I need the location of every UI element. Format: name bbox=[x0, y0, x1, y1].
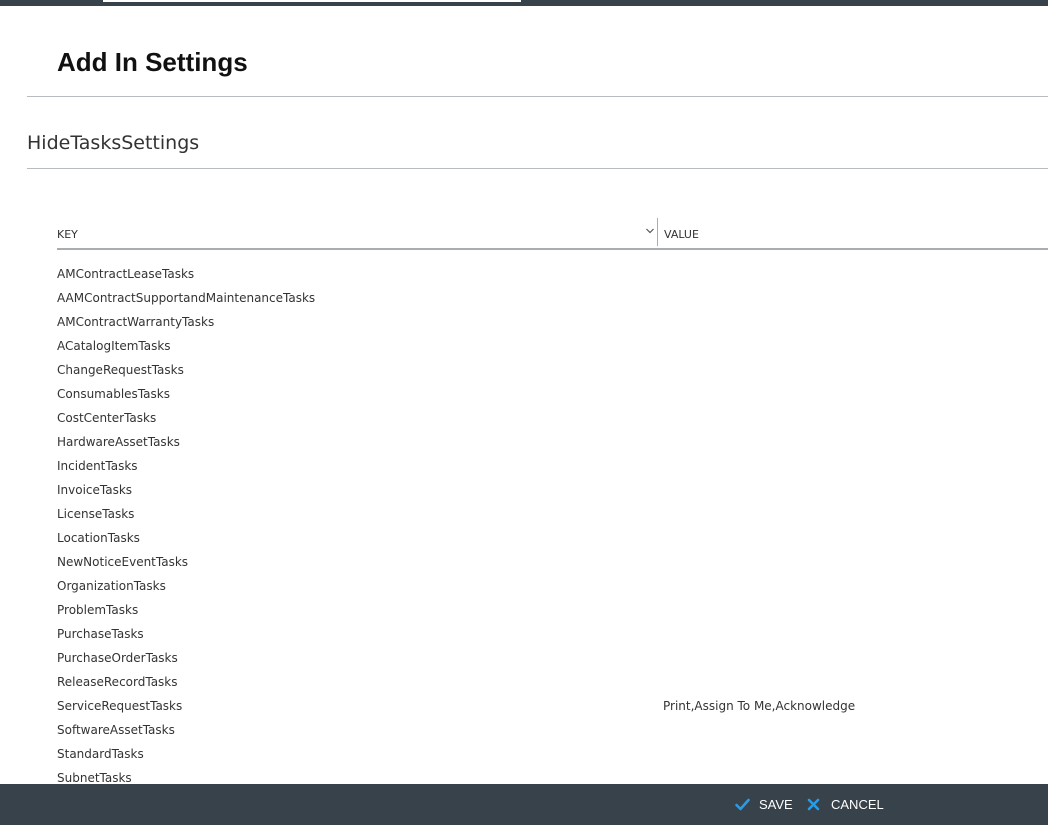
table-row[interactable]: AAMContractSupportandMaintenanceTasks bbox=[0, 286, 1048, 310]
table-row[interactable]: PurchaseOrderTasks bbox=[0, 646, 1048, 670]
table-row[interactable]: SoftwareAssetTasks bbox=[0, 718, 1048, 742]
row-key: StandardTasks bbox=[57, 747, 144, 761]
row-value: Print,Assign To Me,Acknowledge bbox=[663, 699, 856, 713]
row-key: AAMContractSupportandMaintenanceTasks bbox=[57, 291, 316, 305]
table-row[interactable]: IncidentTasks bbox=[0, 454, 1048, 478]
table-row[interactable]: NewNoticeEventTasks bbox=[0, 550, 1048, 574]
row-key: ProblemTasks bbox=[57, 603, 139, 617]
table-row[interactable]: ServiceRequestTasks Print,Assign To Me,Ac… bbox=[0, 694, 1048, 718]
chevron-down-icon[interactable] bbox=[645, 226, 655, 236]
row-key: AMContractLeaseTasks bbox=[57, 267, 195, 281]
row-key: HardwareAssetTasks bbox=[57, 435, 180, 449]
row-key: ServiceRequestTasks bbox=[57, 699, 183, 713]
table-row[interactable]: ChangeRequestTasks bbox=[0, 358, 1048, 382]
table-row[interactable]: AMContractLeaseTasks bbox=[0, 262, 1048, 286]
row-key: CostCenterTasks bbox=[57, 411, 157, 425]
row-key: IncidentTasks bbox=[57, 459, 138, 473]
value-column-header[interactable]: VALUE bbox=[664, 218, 964, 248]
grid-header: KEY VALUE bbox=[57, 218, 1048, 250]
settings-grid: KEY VALUE AMContractLeaseTasks AAMContrac… bbox=[0, 218, 1048, 790]
row-key: LicenseTasks bbox=[57, 507, 135, 521]
row-key: ConsumablesTasks bbox=[57, 387, 170, 401]
row-key: LocationTasks bbox=[57, 531, 140, 545]
table-row[interactable]: PurchaseTasks bbox=[0, 622, 1048, 646]
row-key: InvoiceTasks bbox=[57, 483, 133, 497]
add-in-settings-page: Add In Settings HideTasksSettings KEY VA… bbox=[0, 0, 1048, 825]
column-divider[interactable] bbox=[657, 218, 658, 246]
row-key: OrganizationTasks bbox=[57, 579, 166, 593]
key-column-header[interactable]: KEY bbox=[57, 218, 657, 248]
row-key: SoftwareAssetTasks bbox=[57, 723, 175, 737]
top-search-field[interactable] bbox=[103, 0, 521, 2]
table-row[interactable]: OrganizationTasks bbox=[0, 574, 1048, 598]
section-divider bbox=[27, 168, 1048, 169]
check-icon bbox=[735, 798, 750, 811]
page-title: Add In Settings bbox=[57, 47, 248, 77]
row-key: ACatalogItemTasks bbox=[57, 339, 171, 353]
table-row[interactable]: StandardTasks bbox=[0, 742, 1048, 766]
row-key: PurchaseOrderTasks bbox=[57, 651, 178, 665]
table-row[interactable]: ReleaseRecordTasks bbox=[0, 670, 1048, 694]
table-row[interactable]: ProblemTasks bbox=[0, 598, 1048, 622]
cancel-button[interactable]: CANCEL bbox=[807, 796, 887, 814]
table-row[interactable]: ACatalogItemTasks bbox=[0, 334, 1048, 358]
footer-action-bar: SAVE CANCEL bbox=[0, 784, 1048, 825]
table-row[interactable]: InvoiceTasks bbox=[0, 478, 1048, 502]
close-icon bbox=[807, 798, 820, 811]
title-divider bbox=[27, 96, 1048, 97]
table-row[interactable]: LocationTasks bbox=[0, 526, 1048, 550]
row-key: ChangeRequestTasks bbox=[57, 363, 184, 377]
row-key: AMContractWarrantyTasks bbox=[57, 315, 215, 329]
table-row[interactable]: CostCenterTasks bbox=[0, 406, 1048, 430]
row-key: NewNoticeEventTasks bbox=[57, 555, 189, 569]
save-button[interactable]: SAVE bbox=[735, 796, 795, 814]
table-row[interactable]: ConsumablesTasks bbox=[0, 382, 1048, 406]
key-column-label: KEY bbox=[57, 228, 78, 241]
row-key: PurchaseTasks bbox=[57, 627, 144, 641]
table-row[interactable]: AMContractWarrantyTasks bbox=[0, 310, 1048, 334]
save-label: SAVE bbox=[759, 797, 793, 812]
row-key: ReleaseRecordTasks bbox=[57, 675, 178, 689]
section-title: HideTasksSettings bbox=[27, 132, 200, 154]
cancel-label: CANCEL bbox=[831, 797, 884, 812]
grid-body: AMContractLeaseTasks AAMContractSupportan… bbox=[0, 262, 1048, 790]
value-column-label: VALUE bbox=[664, 228, 699, 241]
top-navigation-bar bbox=[0, 0, 1048, 6]
table-row[interactable]: LicenseTasks bbox=[0, 502, 1048, 526]
row-key: SubnetTasks bbox=[57, 771, 132, 785]
table-row[interactable]: HardwareAssetTasks bbox=[0, 430, 1048, 454]
